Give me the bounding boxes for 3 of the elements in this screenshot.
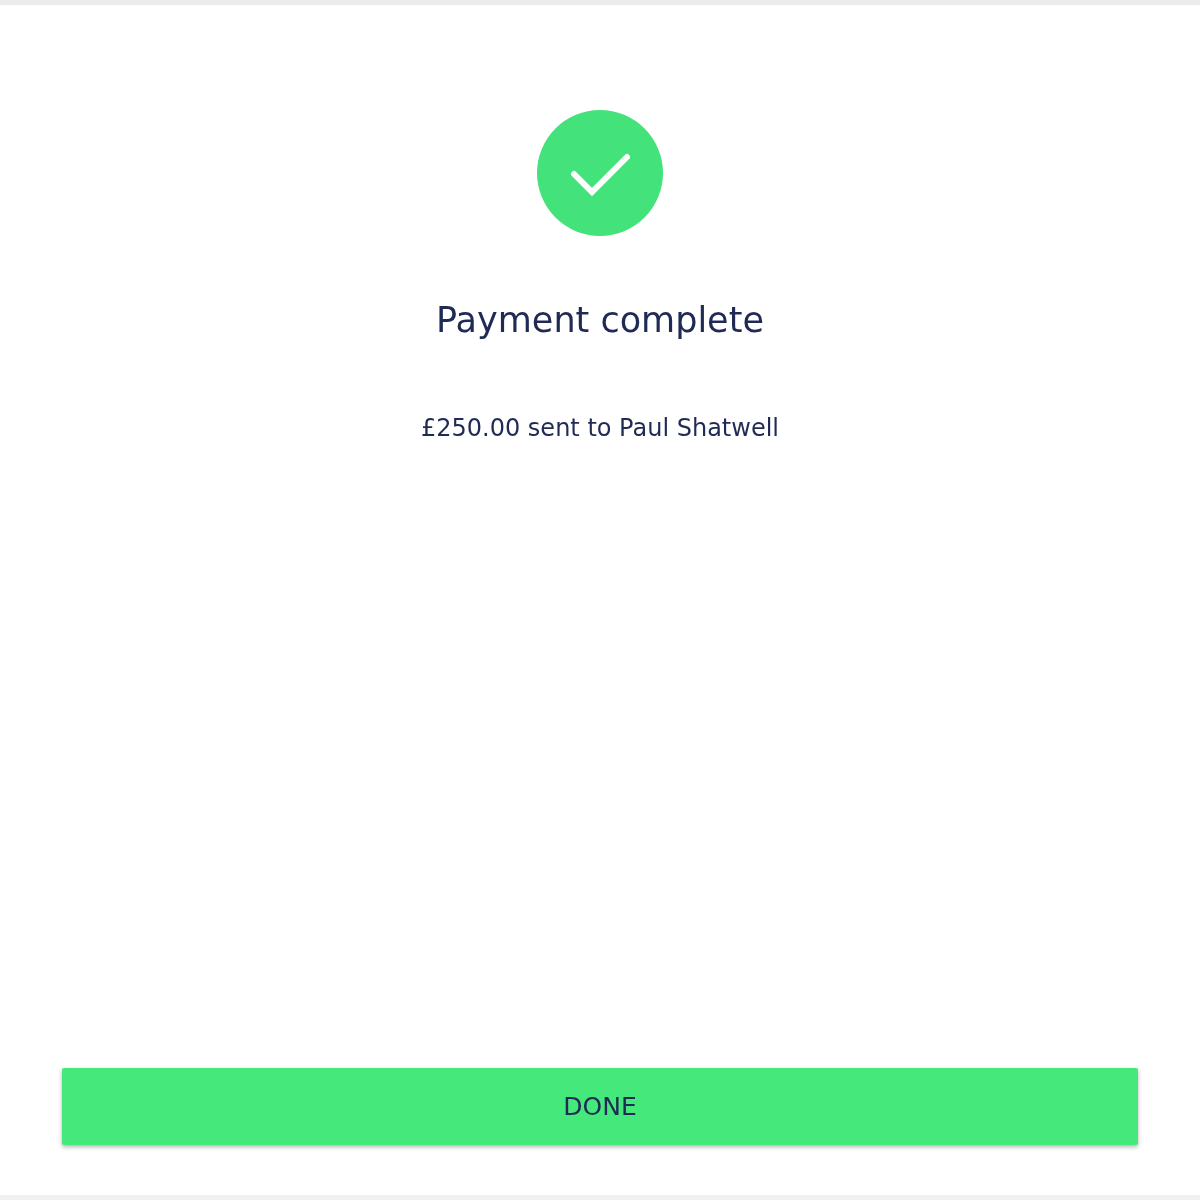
payment-message: £250.00 sent to Paul Shatwell xyxy=(421,413,779,444)
done-button[interactable]: DONE xyxy=(62,1068,1138,1145)
payment-title: Payment complete xyxy=(436,299,764,342)
